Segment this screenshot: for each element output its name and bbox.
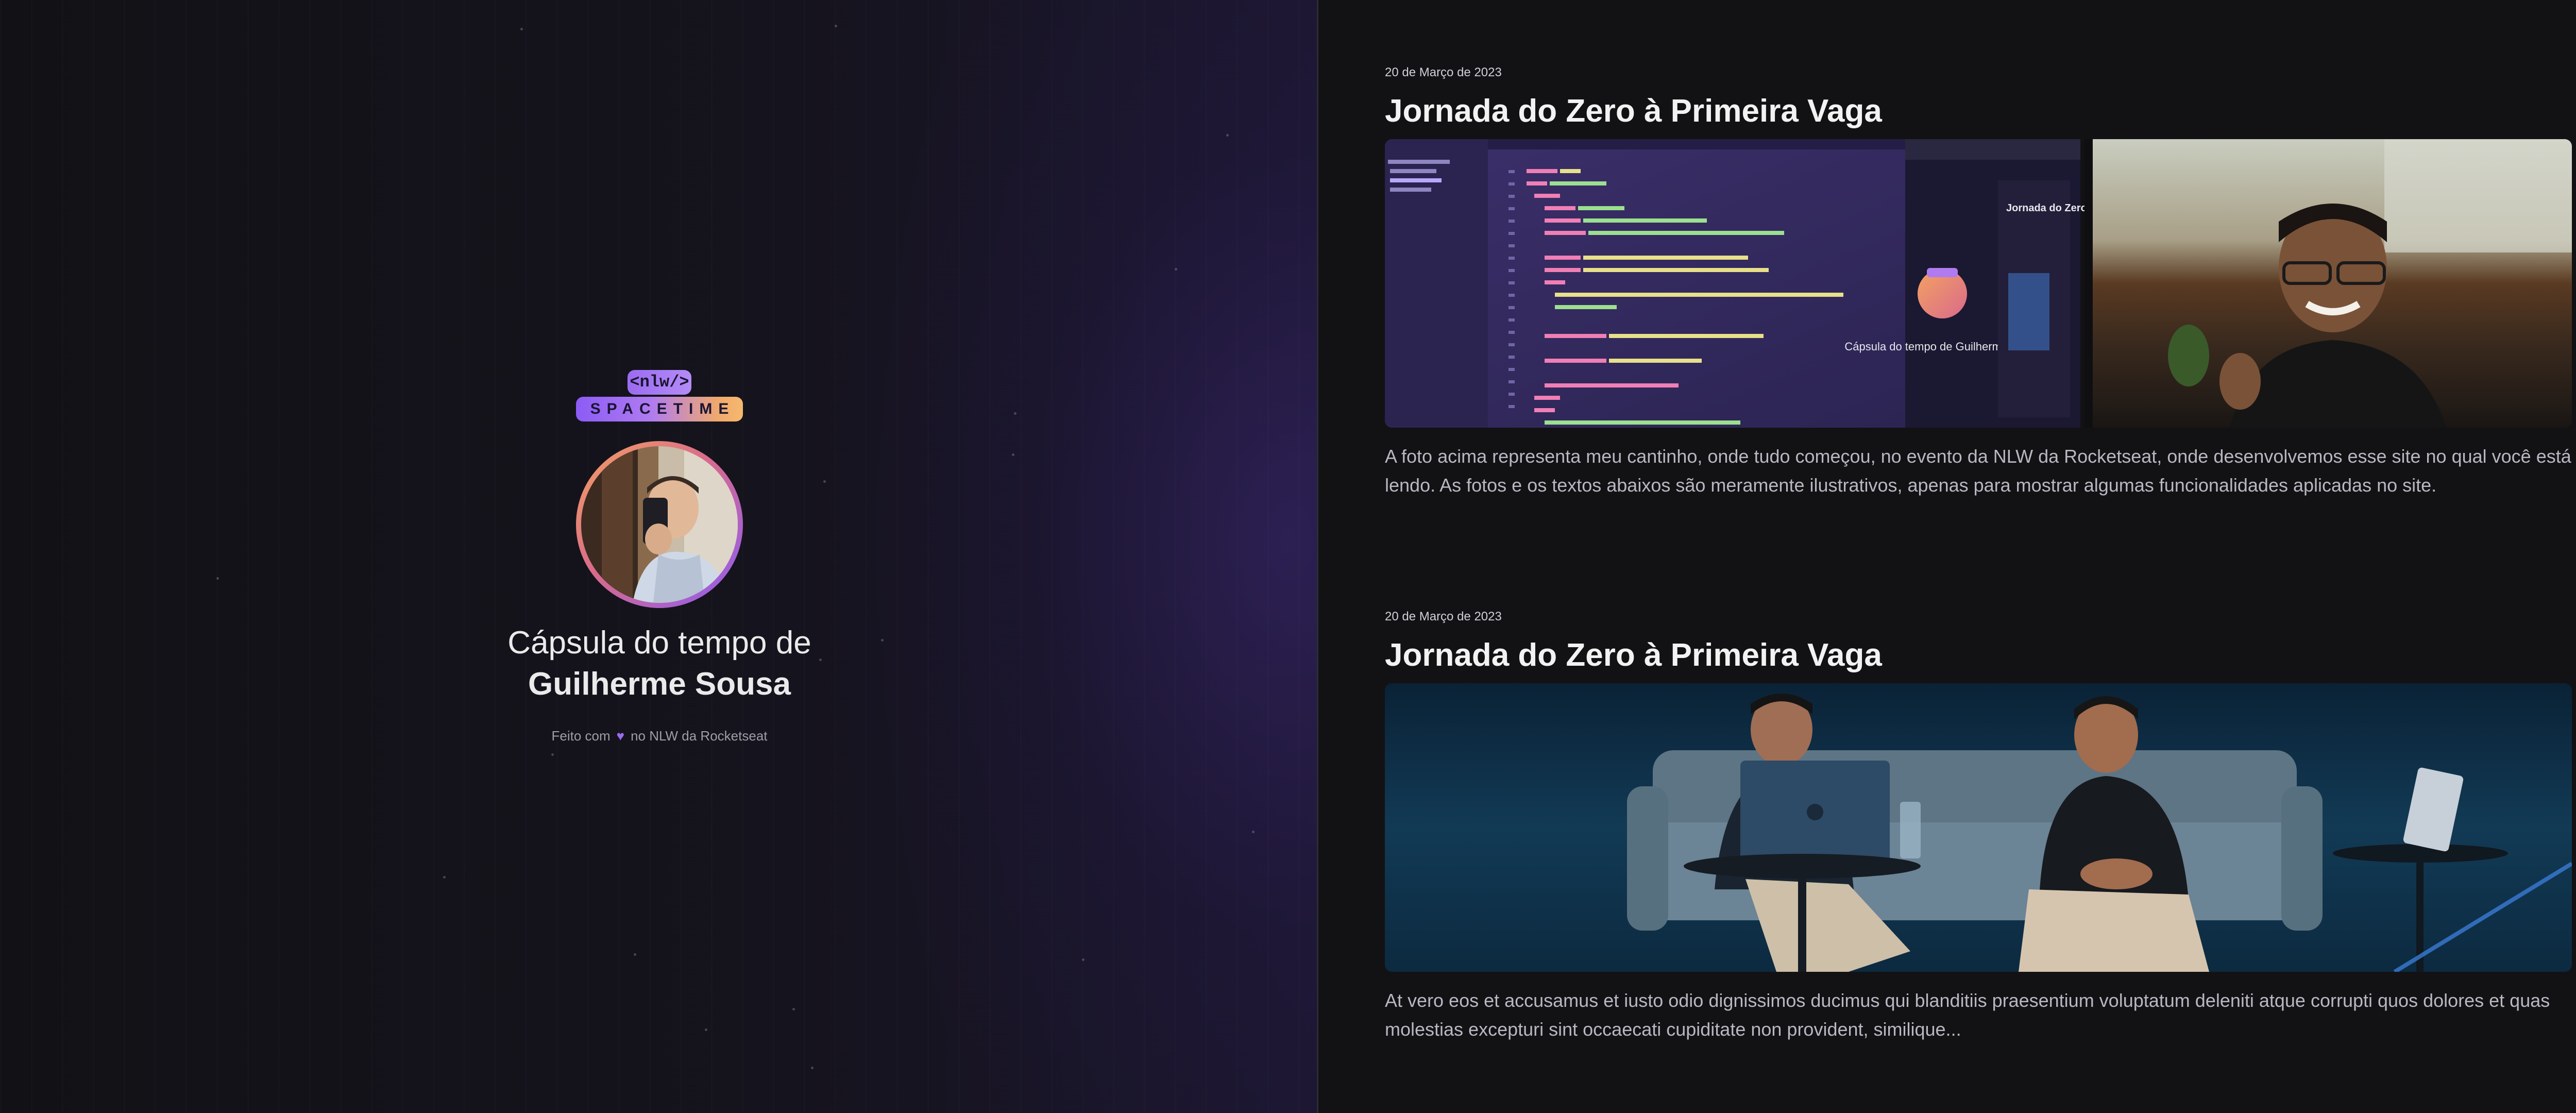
made-with-footer: Feito com ♥ no NLW da Rocketseat [453, 726, 866, 746]
profile-photo-icon [581, 446, 738, 603]
logo-tag: <nlw/> [628, 370, 691, 395]
star [1252, 831, 1255, 833]
logo-wordmark: SPACETIME [576, 397, 743, 421]
star [823, 480, 826, 483]
memory-date: 20 de Março de 2023 [1385, 65, 1502, 79]
memories-feed[interactable]: 20 de Março de 2023 Jornada do Zero à Pr… [1318, 0, 2576, 1113]
capsule-title: Cápsula do tempo de [507, 625, 811, 661]
memory-card: 20 de Março de 2023 Jornada do Zero à Pr… [1385, 609, 2572, 1044]
star [443, 876, 446, 879]
star [1082, 958, 1084, 961]
star [835, 25, 837, 27]
star [1014, 412, 1016, 415]
avatar [581, 446, 738, 603]
code-editor-photo-icon: Cápsula do tempo de Guilherme Sousa Jorn… [1385, 139, 2572, 428]
star [1226, 134, 1229, 137]
star [216, 577, 219, 580]
star [792, 1008, 795, 1010]
star [881, 639, 884, 642]
star [1175, 268, 1177, 271]
owner-name: Guilherme Sousa [528, 666, 791, 702]
star [634, 953, 636, 956]
rocketseat-link[interactable]: no NLW da Rocketseat [631, 728, 767, 744]
star [1012, 453, 1014, 456]
memory-image: Cápsula do tempo de Guilherme Sousa Jorn… [1385, 139, 2572, 428]
memory-title: Jornada do Zero à Primeira Vaga [1385, 93, 1882, 129]
spacetime-logo: <nlw/> SPACETIME [576, 370, 743, 421]
star [520, 28, 523, 30]
memory-date: 20 de Março de 2023 [1385, 610, 1502, 623]
star [551, 753, 554, 756]
profile-panel: <nlw/> SPACETIME Cápsula do tempo de Gui… [0, 0, 1317, 1113]
made-with-text: Feito com [551, 728, 611, 744]
memory-card: 20 de Março de 2023 Jornada do Zero à Pr… [1385, 65, 2572, 500]
app-root: <nlw/> SPACETIME Cápsula do tempo de Gui… [0, 0, 2576, 1113]
star [705, 1028, 707, 1031]
memory-image [1385, 683, 2572, 972]
heart-icon: ♥ [616, 728, 625, 744]
avatar-ring [576, 441, 743, 608]
memory-title: Jornada do Zero à Primeira Vaga [1385, 637, 1882, 673]
memory-text: A foto acima representa meu cantinho, on… [1385, 446, 2571, 496]
memory-text: At vero eos et accusamus et iusto odio d… [1385, 990, 2550, 1040]
event-stage-photo-icon [1385, 683, 2572, 972]
star [811, 1067, 814, 1069]
